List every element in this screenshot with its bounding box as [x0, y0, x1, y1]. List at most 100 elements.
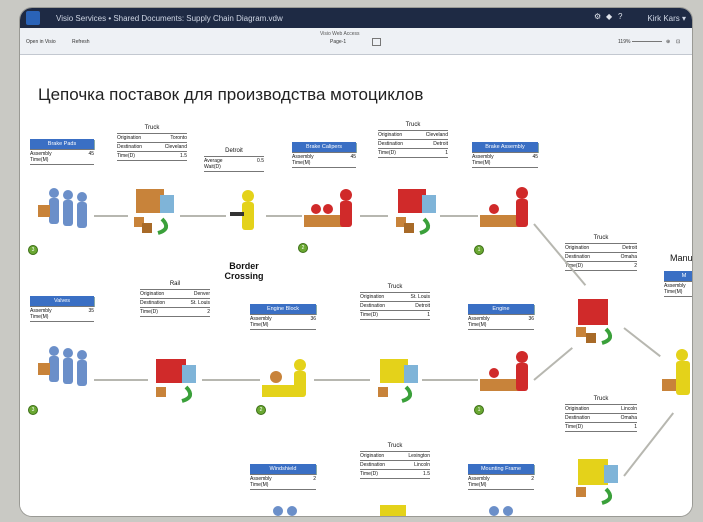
diagram-title: Цепочка поставок для производства мотоци…: [38, 85, 424, 104]
destination-value: Detroit: [415, 303, 430, 309]
diagram-canvas[interactable]: Цепочка поставок для производства мотоци…: [20, 55, 692, 516]
truck-box-4: Truck Origination St. Louis Destination De…: [360, 284, 430, 320]
truck-icon[interactable]: [568, 453, 624, 507]
truck-box-5: Truck Origination Lexington Destination Li…: [360, 443, 430, 479]
row-label: Time(D): [360, 471, 378, 477]
box-value: 45: [350, 154, 356, 160]
blue-workers-icon[interactable]: [36, 183, 92, 239]
truck-partial-icon[interactable]: [374, 503, 414, 516]
red-assembly-icon[interactable]: [478, 183, 534, 239]
blue-workers-icon[interactable]: [36, 341, 92, 397]
destination-value: Lincoln: [414, 462, 430, 468]
connector: [360, 215, 388, 217]
connector: [266, 215, 302, 217]
time-value: 2: [634, 263, 637, 269]
box-label: Assembly Time(M): [30, 308, 52, 320]
box-label: Average Wait(D): [204, 158, 223, 170]
destination-value: Omaha: [620, 254, 637, 260]
connector: [94, 215, 128, 217]
fit-icon[interactable]: ⊡: [676, 39, 680, 45]
border-guard-icon[interactable]: [226, 188, 266, 242]
red-assembly-icon[interactable]: [302, 185, 360, 235]
truck-icon[interactable]: [126, 183, 178, 237]
open-in-visio-button[interactable]: Open in Visio: [26, 39, 56, 45]
brake-pads-box: Brake Pads Assembly Time(M) 45: [30, 139, 94, 165]
box-header: Brake Assembly: [472, 142, 538, 152]
truck-icon[interactable]: [568, 293, 624, 347]
windshield-box: Windshield Assembly Time(M) 2: [250, 464, 316, 490]
visio-logo-icon: [26, 11, 40, 25]
rail-caption: Rail: [169, 281, 181, 287]
manufacturing-box: M Assembly Time(M): [664, 271, 692, 297]
rail-box: Rail Origination Denver Destination St. Lo…: [140, 281, 210, 317]
connector: [533, 347, 573, 381]
time-value: 1.5: [180, 153, 187, 159]
connector: [202, 379, 260, 381]
page-dropdown-icon[interactable]: [372, 38, 381, 46]
truck-icon[interactable]: [388, 183, 440, 237]
row-label: Origination: [378, 132, 403, 138]
destination-value: Detroit: [433, 141, 448, 147]
row-label: Time(D): [117, 153, 135, 159]
red-assembly-icon[interactable]: [478, 347, 534, 403]
worker-partial-icon[interactable]: [266, 503, 306, 516]
help-icon[interactable]: ?: [618, 13, 626, 21]
truck-box-1: Truck Origination Toronto Destination Clev…: [117, 125, 187, 161]
tag-icon[interactable]: ◆: [606, 13, 614, 21]
zoom-level[interactable]: 119%: [618, 39, 630, 45]
refresh-button[interactable]: Refresh: [72, 39, 90, 45]
row-label: Destination: [117, 144, 143, 150]
row-label: Origination: [565, 406, 590, 412]
origin-value: Denver: [193, 291, 210, 297]
origin-value: Lincoln: [621, 406, 637, 412]
brake-calipers-box: Brake Calipers Assembly Time(M) 45: [292, 142, 356, 168]
window-title: Visio Services • Shared Documents: Suppl…: [56, 14, 283, 23]
truck-box-6: Truck Origination Detroit Destination Omah…: [565, 235, 637, 271]
connector: [440, 215, 478, 217]
box-value: 36: [310, 316, 316, 322]
valves-box: Valves Assembly Time(M) 35: [30, 296, 94, 322]
box-header: Valves: [30, 296, 94, 306]
mounting-frame-box: Mounting Frame Assembly Time(M) 2: [468, 464, 534, 490]
box-label: Assembly Time(M): [468, 316, 490, 328]
connector: [623, 327, 661, 358]
row-label: Origination: [360, 294, 385, 300]
connector: [314, 379, 370, 381]
yellow-assembly-icon[interactable]: [260, 355, 314, 407]
truck-icon[interactable]: [370, 353, 422, 405]
box-label: Assembly Time(M): [472, 154, 494, 166]
worker-partial-icon[interactable]: [482, 503, 522, 516]
box-header: Brake Calipers: [292, 142, 356, 152]
box-value: 2: [531, 476, 534, 482]
box-value: 45: [532, 154, 538, 160]
page-selector[interactable]: Page-1: [330, 39, 346, 45]
rail-car-icon[interactable]: [148, 353, 202, 405]
row-label: Origination: [565, 245, 590, 251]
truck-caption: Truck: [144, 125, 160, 131]
engine-box: Engine Assembly Time(M) 36: [468, 304, 534, 330]
box-label: Assembly Time(M): [30, 151, 52, 163]
row-label: Destination: [565, 254, 591, 260]
truck-caption: Truck: [387, 443, 403, 449]
time-value: 1: [634, 424, 637, 430]
destination-value: Cleveland: [164, 144, 187, 150]
origin-value: Toronto: [170, 135, 187, 141]
zoom-slider[interactable]: [632, 41, 662, 42]
zoom-in-icon[interactable]: ⊕: [666, 39, 670, 45]
box-header: Engine: [468, 304, 534, 314]
box-value: 36: [528, 316, 534, 322]
user-menu[interactable]: Kirk Kars ▾: [647, 14, 686, 23]
stage-badge: 1: [474, 405, 484, 415]
box-value: 45: [88, 151, 94, 157]
row-label: Destination: [140, 300, 166, 306]
box-header: Engine Block: [250, 304, 316, 314]
truck-caption: Truck: [593, 396, 609, 402]
box-header: Windshield: [250, 464, 316, 474]
gear-icon[interactable]: ⚙: [594, 13, 602, 21]
row-label: Time(D): [565, 424, 583, 430]
title-bar: Visio Services • Shared Documents: Suppl…: [20, 8, 692, 28]
destination-value: St. Louis: [190, 300, 210, 306]
browser-window: Visio Services • Shared Documents: Suppl…: [20, 8, 692, 516]
row-label: Origination: [140, 291, 165, 297]
yellow-worker-icon[interactable]: [660, 345, 692, 405]
